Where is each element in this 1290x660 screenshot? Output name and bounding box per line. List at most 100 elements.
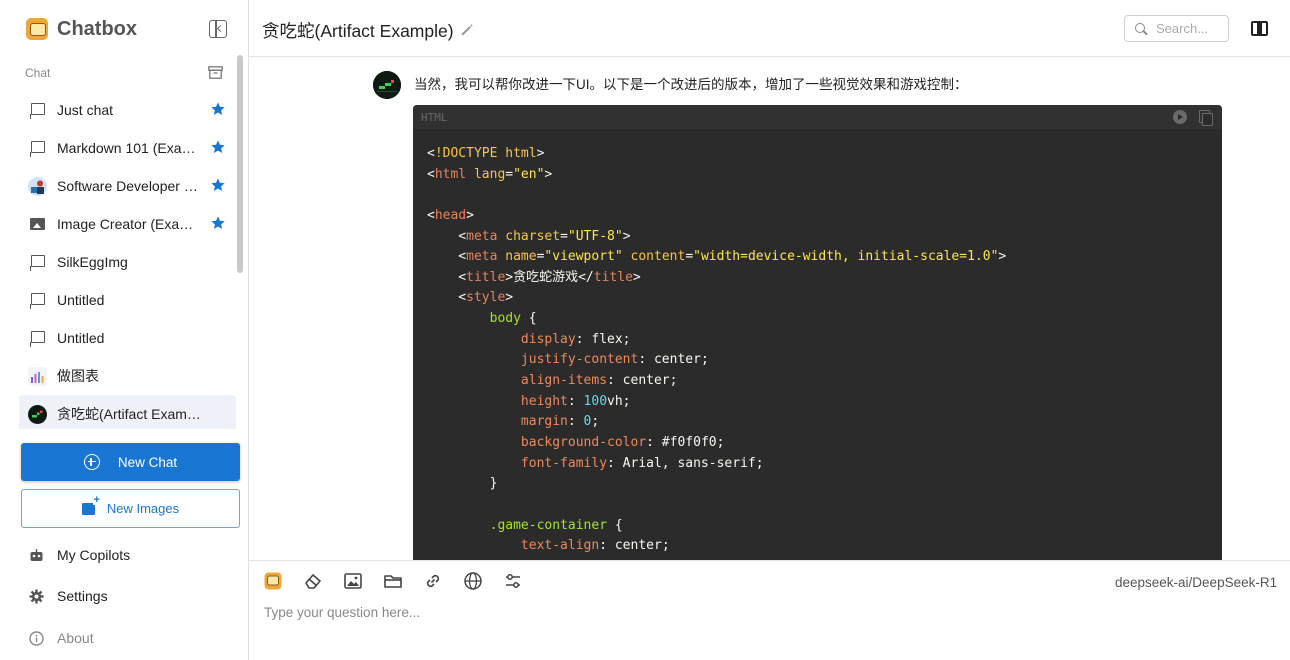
page-title: 贪吃蛇(Artifact Example): [262, 21, 454, 41]
new-images-label: New Images: [106, 501, 180, 516]
chat-bubble-icon: [28, 101, 47, 120]
robot-icon: [30, 548, 43, 561]
code-token: :: [567, 414, 584, 430]
assistant-avatar: [373, 71, 401, 99]
search-input[interactable]: [1156, 21, 1226, 36]
code-token: body: [489, 311, 521, 327]
section-label-chat: Chat: [25, 66, 51, 80]
code-token: margin: [520, 414, 568, 430]
code-token: >: [505, 290, 514, 306]
code-token: : Arial, sans-serif;: [607, 455, 764, 471]
edit-title-icon[interactable]: [460, 23, 474, 37]
new-chat-button[interactable]: New Chat: [21, 443, 240, 481]
copy-icon[interactable]: [1199, 110, 1213, 126]
session-item[interactable]: 做图表: [19, 357, 236, 395]
snake-avatar-icon: [373, 71, 401, 99]
code-line: }: [427, 474, 1222, 495]
star-icon[interactable]: [210, 101, 226, 117]
search-box[interactable]: [1124, 15, 1229, 42]
code-line: margin: 0;: [427, 412, 1222, 433]
code-token: meta: [466, 249, 498, 265]
developer-avatar-icon: [28, 176, 47, 196]
sidebar-scrollbar[interactable]: [237, 55, 243, 273]
code-token: :: [567, 393, 584, 409]
code-token: : center;: [607, 373, 678, 389]
code-line: <meta name="viewport" content="width=dev…: [427, 247, 1222, 268]
code-token: height: [520, 393, 568, 409]
add-circle-icon: [83, 454, 100, 470]
code-line: text-align: center;: [427, 536, 1222, 557]
code-token: "en": [513, 166, 545, 182]
session-item[interactable]: Untitled: [19, 281, 236, 319]
session-label: 贪吃蛇(Artifact Example): [57, 406, 202, 422]
session-label: Markdown 101 (Example): [57, 140, 202, 156]
code-token: >: [544, 166, 553, 182]
code-token: style: [466, 290, 506, 306]
code-token: }: [427, 476, 498, 492]
code-token: title: [466, 269, 506, 285]
code-token: >贪吃蛇游戏</: [505, 269, 594, 285]
about-button[interactable]: About: [29, 628, 94, 648]
code-token: head: [434, 207, 467, 223]
toggle-panel-icon[interactable]: [1251, 21, 1268, 36]
session-item[interactable]: Untitled: [19, 319, 236, 357]
folder-icon[interactable]: [383, 571, 403, 591]
code-token: 100: [583, 393, 608, 409]
code-line: <head>: [427, 206, 1222, 227]
collapse-sidebar-icon[interactable]: [209, 20, 227, 38]
code-token: text-align: [520, 538, 600, 554]
code-token: <: [427, 269, 467, 285]
new-images-button[interactable]: New Images: [21, 489, 240, 528]
globe-icon[interactable]: [463, 571, 483, 591]
session-item[interactable]: Software Developer (Example): [19, 167, 236, 205]
link-icon[interactable]: [423, 571, 443, 591]
session-label: Just chat: [57, 102, 114, 118]
star-icon[interactable]: [210, 139, 226, 155]
code-language-label: HTML: [421, 111, 448, 124]
code-header: HTML: [413, 105, 1222, 129]
new-chat-label: New Chat: [117, 454, 178, 470]
code-token: html: [434, 166, 467, 182]
code-token: {: [607, 517, 623, 533]
code-token: display: [520, 331, 576, 347]
code-line: height: 100vh;: [427, 392, 1222, 413]
code-token: : center;: [599, 538, 670, 554]
header: 贪吃蛇(Artifact Example): [249, 0, 1290, 57]
session-label: Untitled: [57, 330, 105, 346]
session-item[interactable]: Just chat: [19, 91, 236, 129]
snake-avatar-icon: [28, 404, 47, 424]
chatbox-logo-icon[interactable]: [263, 571, 283, 591]
settings-button[interactable]: Settings: [29, 586, 108, 606]
star-icon[interactable]: [210, 215, 226, 231]
code-token: : flex;: [575, 331, 631, 347]
session-list: Just chat Markdown 101 (Example) Software …: [19, 91, 236, 429]
code-token: =: [560, 228, 568, 244]
code-token: <: [427, 249, 467, 265]
code-token: <: [427, 228, 467, 244]
prompt-input[interactable]: [264, 605, 1244, 620]
play-icon[interactable]: [1173, 110, 1187, 124]
session-item[interactable]: Image Creator (Example): [19, 205, 236, 243]
code-token: charset: [505, 228, 561, 244]
model-selector[interactable]: deepseek-ai/DeepSeek-R1: [1115, 575, 1277, 590]
code-token: >: [632, 269, 641, 285]
image-icon[interactable]: [343, 571, 363, 591]
star-icon[interactable]: [210, 177, 226, 193]
session-item[interactable]: Markdown 101 (Example): [19, 129, 236, 167]
eraser-icon[interactable]: [303, 571, 323, 591]
my-copilots-button[interactable]: My Copilots: [29, 545, 130, 565]
archive-icon[interactable]: [208, 66, 223, 79]
code-token: {: [520, 311, 537, 327]
add-photo-icon: [81, 494, 100, 515]
session-item[interactable]: SilkEggImg: [19, 243, 236, 281]
session-item[interactable]: 贪吃蛇(Artifact Example): [19, 395, 236, 429]
settings-sliders-icon[interactable]: [503, 571, 523, 591]
